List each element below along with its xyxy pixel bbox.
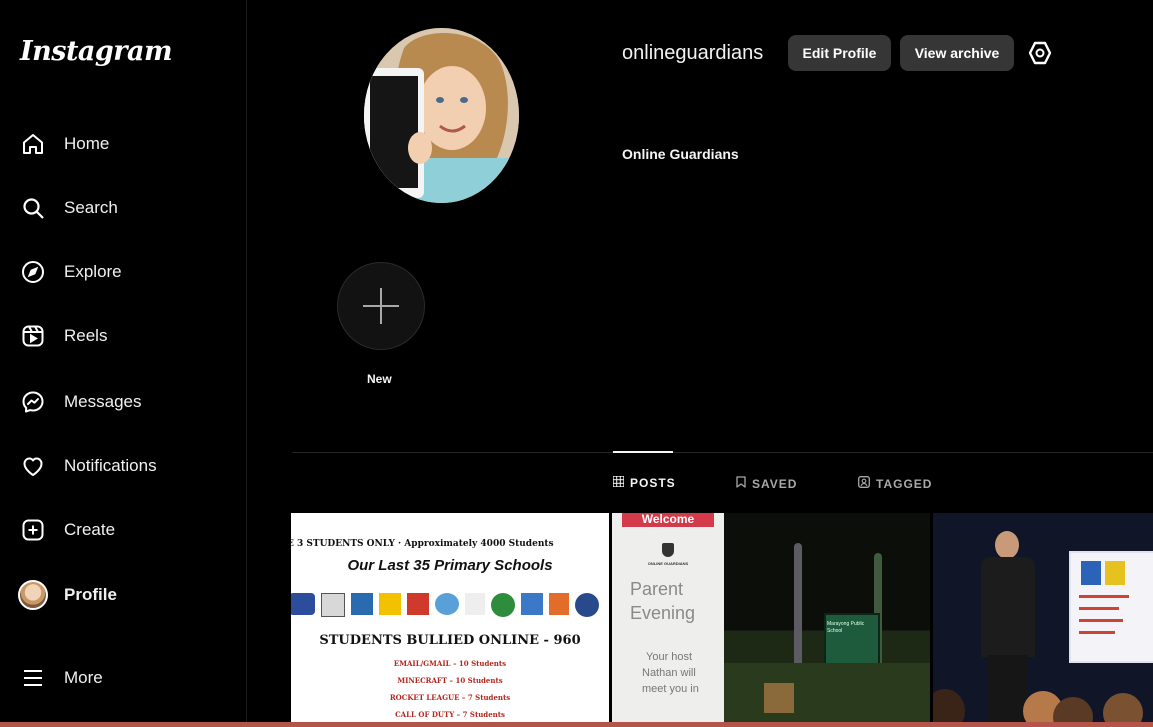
sign-host-3: meet you in bbox=[642, 683, 699, 695]
view-archive-button[interactable]: View archive bbox=[900, 35, 1014, 71]
new-highlight-button[interactable] bbox=[337, 262, 425, 350]
messenger-icon bbox=[18, 387, 48, 417]
post-subtitle: STUDENTS BULLIED ONLINE - 960 bbox=[319, 633, 581, 648]
search-icon bbox=[18, 193, 48, 223]
tab-label: TAGGED bbox=[876, 476, 933, 491]
profile-username: onlineguardians bbox=[622, 42, 764, 64]
sidebar-item-label: Reels bbox=[64, 326, 108, 345]
heart-icon bbox=[18, 451, 48, 481]
sign-host-2: Nathan will bbox=[642, 667, 696, 679]
welcome-banner: Welcome bbox=[622, 513, 714, 527]
audience bbox=[933, 683, 1153, 727]
tab-posts[interactable]: POSTS bbox=[612, 475, 676, 490]
post-header-text: E 3 STUDENTS ONLY · Approximately 4000 S… bbox=[291, 539, 554, 549]
tab-label: POSTS bbox=[630, 476, 676, 490]
tag-person-icon bbox=[858, 476, 870, 491]
tab-saved[interactable]: SAVED bbox=[736, 476, 797, 491]
night-scene: Marayong Public School bbox=[724, 513, 930, 727]
shield-logo-icon bbox=[662, 543, 674, 557]
post-title: Our Last 35 Primary Schools bbox=[347, 557, 553, 574]
sidebar-item-create[interactable]: Create bbox=[18, 510, 115, 550]
menu-icon bbox=[18, 663, 48, 693]
sidebar-item-messages[interactable]: Messages bbox=[18, 382, 141, 422]
profile-avatar-wrap bbox=[18, 580, 48, 610]
sidebar-item-label: Profile bbox=[64, 585, 117, 604]
post-thumbnail[interactable] bbox=[933, 513, 1153, 727]
sidebar-item-label: More bbox=[64, 668, 103, 687]
plus-icon bbox=[363, 288, 399, 324]
profile-picture[interactable] bbox=[364, 28, 519, 203]
grid-icon bbox=[612, 475, 625, 490]
sidebar-item-label: Home bbox=[64, 134, 110, 153]
sidebar-item-reels[interactable]: Reels bbox=[18, 316, 107, 356]
sidebar-item-label: Explore bbox=[64, 262, 122, 281]
profile-full-name: Online Guardians bbox=[622, 146, 739, 162]
post-line: EMAIL/GMAIL – 10 Students bbox=[393, 659, 507, 668]
sidebar-item-more[interactable]: More bbox=[18, 658, 103, 698]
tabs-divider bbox=[292, 452, 1153, 453]
sidebar-item-label: Messages bbox=[64, 392, 142, 411]
compass-icon bbox=[18, 257, 48, 287]
sidebar-item-explore[interactable]: Explore bbox=[18, 252, 122, 292]
school-sign-text: Marayong Public School bbox=[827, 621, 865, 634]
tab-tagged[interactable]: TAGGED bbox=[858, 476, 932, 491]
sign-title-1: Parent bbox=[630, 579, 684, 599]
reels-icon bbox=[18, 321, 48, 351]
presentation-screen bbox=[1069, 551, 1153, 663]
school-logos-row bbox=[291, 593, 599, 617]
plus-square-icon bbox=[18, 515, 48, 545]
active-tab-indicator bbox=[613, 451, 673, 453]
post-line: ROCKET LEAGUE – 7 Students bbox=[389, 693, 511, 702]
post-line: MINECRAFT – 10 Students bbox=[397, 676, 503, 685]
tab-label: SAVED bbox=[752, 476, 798, 491]
avatar bbox=[18, 580, 48, 610]
home-icon bbox=[18, 129, 48, 159]
sidebar-item-label: Create bbox=[64, 520, 116, 539]
instagram-logo[interactable]: Instagram bbox=[20, 36, 173, 67]
post-thumbnail[interactable]: E 3 STUDENTS ONLY · Approximately 4000 S… bbox=[291, 513, 609, 727]
sign-host-1: Your host bbox=[646, 651, 693, 663]
sidebar-item-home[interactable]: Home bbox=[18, 124, 109, 164]
edit-profile-button[interactable]: Edit Profile bbox=[788, 35, 891, 71]
bottom-accent-bar bbox=[0, 722, 1153, 727]
new-highlight-label: New bbox=[367, 372, 392, 386]
post-banner-sign: Welcome ONLINE GUARDIANS Parent Evening … bbox=[612, 513, 724, 727]
sidebar-item-label: Search bbox=[64, 198, 118, 217]
sidebar-item-search[interactable]: Search bbox=[18, 188, 118, 228]
post-line: CALL OF DUTY – 7 Students bbox=[395, 710, 505, 719]
sidebar-item-profile[interactable]: Profile bbox=[18, 575, 117, 615]
sign-brand: ONLINE GUARDIANS bbox=[647, 561, 689, 566]
post-thumbnail[interactable]: Welcome ONLINE GUARDIANS Parent Evening … bbox=[612, 513, 930, 727]
sidebar: Instagram Home Search Explore Reels Mess… bbox=[0, 0, 247, 727]
sidebar-item-notifications[interactable]: Notifications bbox=[18, 446, 157, 486]
settings-gear-icon[interactable] bbox=[1027, 40, 1053, 66]
sign-title-2: Evening bbox=[630, 603, 696, 623]
sidebar-item-label: Notifications bbox=[64, 456, 157, 475]
bookmark-icon bbox=[736, 476, 746, 491]
